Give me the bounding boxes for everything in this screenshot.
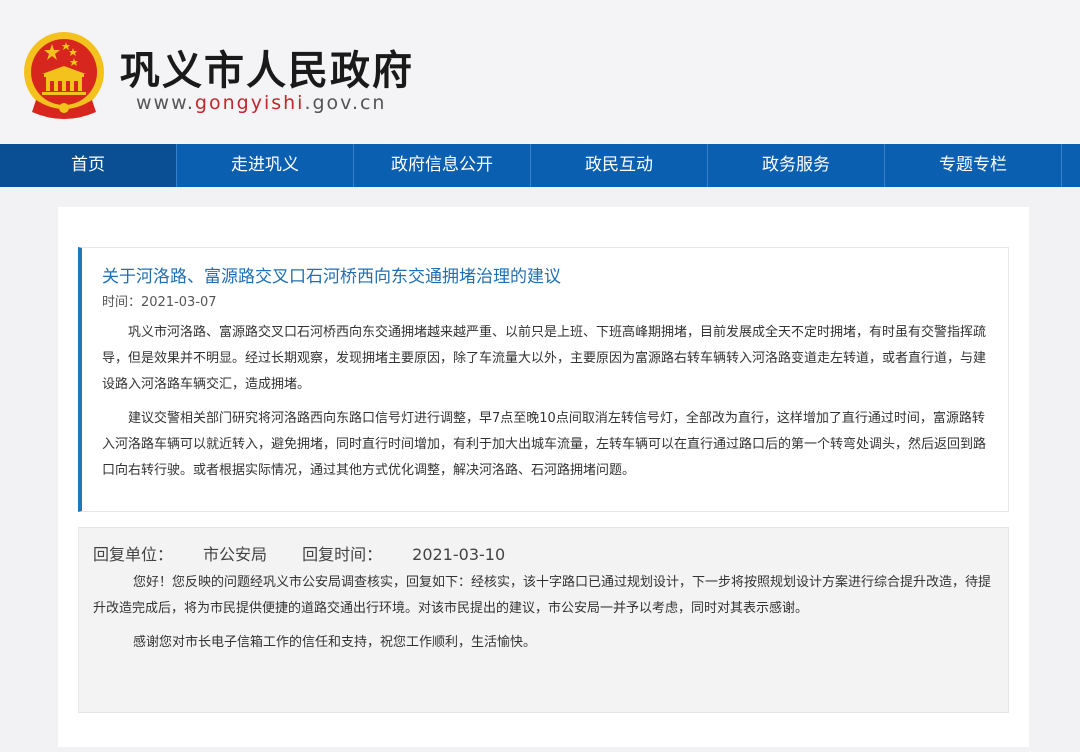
reply-unit-label: 回复单位： (93, 545, 174, 564)
nav-item-about[interactable]: 走进巩义 (177, 144, 354, 187)
nav-edge (1062, 144, 1080, 187)
reply-unit: 回复单位： 市公安局 (93, 545, 267, 564)
content-panel: 关于河洛路、富源路交叉口石河桥西向东交通拥堵治理的建议 时间：2021-03-0… (58, 207, 1029, 747)
national-emblem-icon[interactable] (22, 30, 106, 122)
reply-time: 回复时间： 2021-03-10 (302, 545, 505, 564)
nav-item-info-disclosure[interactable]: 政府信息公开 (354, 144, 531, 187)
nav-item-home[interactable]: 首页 (0, 144, 177, 187)
reply-unit-value: 市公安局 (203, 545, 268, 564)
reply-header: 回复单位： 市公安局 回复时间： 2021-03-10 (93, 542, 994, 568)
letter-title: 关于河洛路、富源路交叉口石河桥西向东交通拥堵治理的建议 (102, 267, 561, 287)
nav-item-interaction[interactable]: 政民互动 (531, 144, 708, 187)
reply-time-value: 2021-03-10 (412, 545, 506, 564)
reply-paragraph: 您好！您反映的问题经巩义市公安局调查核实，回复如下：经核实，该十字路口已通过规划… (93, 575, 992, 616)
main-nav: 首页 走进巩义 政府信息公开 政民互动 政务服务 专题专栏 (0, 144, 1080, 187)
nav-item-topics[interactable]: 专题专栏 (885, 144, 1062, 187)
letter-date-value: 2021-03-07 (141, 295, 217, 310)
letter-paragraph: 建议交警相关部门研究将河洛路西向东路口信号灯进行调整，早7点至晚10点间取消左转… (102, 411, 987, 478)
nav-item-services[interactable]: 政务服务 (708, 144, 885, 187)
reply-card: 回复单位： 市公安局 回复时间： 2021-03-10 您好！您反映的问题经巩义市公… (78, 527, 1009, 713)
letter-date-label: 时间： (102, 295, 142, 310)
site-title[interactable]: 巩义市人民政府 (120, 38, 414, 96)
letter-paragraph: 巩义市河洛路、富源路交叉口石河桥西向东交通拥堵越来越严重、以前只是上班、下班高峰… (102, 325, 987, 392)
site-url[interactable]: www.gongyishi.gov.cn (136, 92, 386, 114)
site-header: 巩义市人民政府 www.gongyishi.gov.cn (0, 0, 1080, 144)
letter-card: 关于河洛路、富源路交叉口石河桥西向东交通拥堵治理的建议 时间：2021-03-0… (78, 247, 1009, 512)
site-url-suffix: .gov.cn (304, 92, 387, 114)
site-url-domain: gongyishi (194, 92, 305, 114)
letter-date: 时间：2021-03-07 (102, 294, 988, 312)
site-url-prefix: www. (136, 92, 195, 114)
reply-paragraph: 感谢您对市长电子信箱工作的信任和支持，祝您工作顺利，生活愉快。 (133, 635, 537, 650)
reply-time-label: 回复时间： (302, 545, 383, 564)
